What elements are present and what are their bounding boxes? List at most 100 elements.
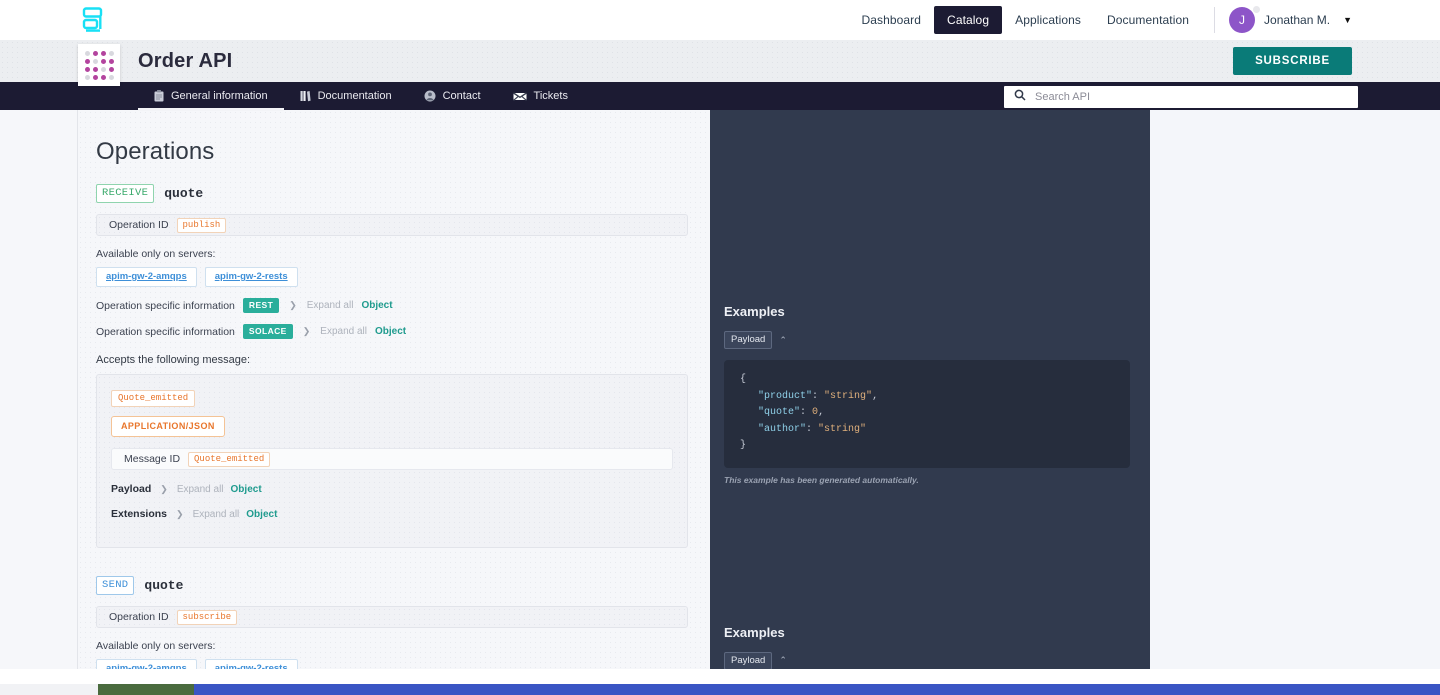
property-name: Extensions (111, 508, 168, 520)
person-circle-icon (424, 90, 436, 102)
expand-all-link[interactable]: Expand all (177, 484, 224, 495)
message-name-chip: Quote_emitted (111, 390, 196, 407)
search-icon (1014, 88, 1026, 106)
chevron-right-icon[interactable]: ❯ (176, 509, 184, 520)
server-chip-amqps[interactable]: apim-gw-2-amqps (96, 267, 197, 287)
examples-column: Examples Payload ⌃ { "product": "string"… (710, 110, 1150, 669)
tab-general-information[interactable]: General information (138, 82, 284, 111)
payload-chip[interactable]: Payload (724, 651, 773, 669)
server-chip-list: apim-gw-2-amqps apim-gw-2-rests (96, 267, 688, 287)
scrollbar-track[interactable] (0, 684, 98, 695)
nav-link-catalog[interactable]: Catalog (934, 5, 1003, 34)
chevron-right-icon[interactable]: ❯ (289, 300, 297, 311)
code-tail: , (818, 407, 825, 418)
accepts-message-label: Accepts the following message: (96, 354, 251, 366)
dot (84, 50, 90, 56)
dot (108, 74, 114, 80)
operation-specific-info-solace: Operation specific information SOLACE ❯ … (96, 324, 688, 339)
examples-block-2: Examples Payload ⌃ (724, 624, 1130, 669)
chevron-right-icon[interactable]: ❯ (303, 326, 311, 337)
type-object-link[interactable]: Object (375, 326, 406, 337)
message-extensions-row: Extensions ❯ Expand all Object (111, 508, 673, 520)
example-note: This example has been generated automati… (724, 474, 919, 485)
osi-label: Operation specific information (96, 299, 235, 312)
dot (92, 66, 98, 72)
tab-label: Tickets (533, 90, 568, 102)
osi-label: Operation specific information (96, 325, 235, 338)
payload-toggle[interactable]: Payload ⌃ (724, 331, 1130, 349)
chevron-up-icon[interactable]: ⌃ (779, 335, 787, 346)
payload-toggle[interactable]: Payload ⌃ (724, 651, 1130, 669)
examples-block-1: Examples Payload ⌃ { "product": "string"… (724, 304, 1130, 485)
server-chip-list: apim-gw-2-amqps apim-gw-2-rests (96, 659, 688, 669)
operation-specific-info-rest: Operation specific information REST ❯ Ex… (96, 298, 688, 313)
operation-name: quote (164, 186, 204, 201)
top-nav-links: Dashboard Catalog Applications Documenta… (848, 0, 1440, 39)
code-key: "author" (758, 423, 807, 435)
g-logo-icon[interactable] (78, 5, 108, 35)
operation-header: RECEIVE quote (96, 184, 688, 203)
nav-link-applications[interactable]: Applications (1002, 6, 1094, 34)
chevron-down-icon[interactable]: ▼ (1343, 15, 1352, 25)
api-dotgrid-icon (78, 44, 120, 86)
dot (108, 66, 114, 72)
user-menu[interactable]: J Jonathan M. ▼ (1229, 5, 1352, 33)
example-code-block: { "product": "string", "quote": 0, "auth… (724, 360, 1130, 468)
code-value: "string" (824, 390, 873, 402)
message-id-value: Quote_emitted (188, 451, 271, 467)
books-icon (300, 90, 311, 102)
operation-id-row: Operation ID subscribe (96, 606, 688, 628)
type-object-link[interactable]: Object (361, 300, 392, 311)
expand-all-link[interactable]: Expand all (193, 509, 240, 520)
nav-link-dashboard[interactable]: Dashboard (848, 6, 934, 34)
operation-id-label: Operation ID (109, 219, 169, 231)
dot (92, 74, 98, 80)
dot (100, 66, 106, 72)
message-id-label: Message ID (124, 453, 181, 465)
right-gutter (1150, 110, 1440, 669)
search-input[interactable] (1035, 91, 1358, 103)
left-gutter (0, 110, 78, 669)
search-bar[interactable] (1004, 86, 1358, 108)
horizontal-scrollbar[interactable] (0, 684, 1440, 695)
operation-id-value: publish (176, 217, 227, 233)
clipboard-icon (154, 90, 164, 102)
subscribe-button[interactable]: SUBSCRIBE (1233, 47, 1352, 75)
dot (84, 58, 90, 64)
app-root: Dashboard Catalog Applications Documenta… (0, 0, 1440, 695)
tab-contact[interactable]: Contact (408, 82, 497, 110)
type-object-link[interactable]: Object (246, 509, 277, 520)
payload-chip[interactable]: Payload (724, 331, 773, 349)
expand-all-link[interactable]: Expand all (320, 326, 367, 337)
examples-heading: Examples (724, 624, 785, 640)
tab-list: General information Documentation Contac… (138, 82, 584, 111)
message-id-row: Message ID Quote_emitted (111, 448, 673, 470)
tab-documentation[interactable]: Documentation (284, 82, 408, 110)
tab-tickets[interactable]: Tickets (497, 82, 584, 110)
operation-header: SEND quote (96, 576, 688, 595)
type-object-link[interactable]: Object (231, 484, 262, 495)
code-value: "string" (818, 423, 867, 435)
server-chip-rests[interactable]: apim-gw-2-rests (204, 659, 298, 669)
server-chip-rests[interactable]: apim-gw-2-rests (204, 267, 298, 287)
scrollbar-thumb[interactable] (194, 684, 1440, 695)
dot (108, 58, 114, 64)
api-header-band: Order API SUBSCRIBE (0, 40, 1440, 82)
expand-all-link[interactable]: Expand all (307, 300, 354, 311)
avatar[interactable]: J (1229, 5, 1261, 33)
chevron-right-icon[interactable]: ❯ (160, 484, 168, 495)
protocol-badge-rest: REST (242, 298, 280, 313)
dot (84, 66, 90, 72)
dot (92, 50, 98, 56)
chevron-up-icon[interactable]: ⌃ (779, 655, 787, 666)
nav-link-documentation[interactable]: Documentation (1094, 6, 1202, 34)
server-chip-amqps[interactable]: apim-gw-2-amqps (96, 659, 197, 669)
operation-id-row: Operation ID publish (96, 214, 688, 236)
dot (84, 74, 90, 80)
api-tab-bar: General information Documentation Contac… (0, 82, 1440, 111)
message-card: Quote_emitted APPLICATION/JSON Message I… (96, 374, 688, 548)
dot (100, 74, 106, 80)
tab-label: Contact (442, 90, 481, 102)
examples-heading: Examples (724, 304, 785, 319)
property-name: Payload (111, 483, 152, 495)
